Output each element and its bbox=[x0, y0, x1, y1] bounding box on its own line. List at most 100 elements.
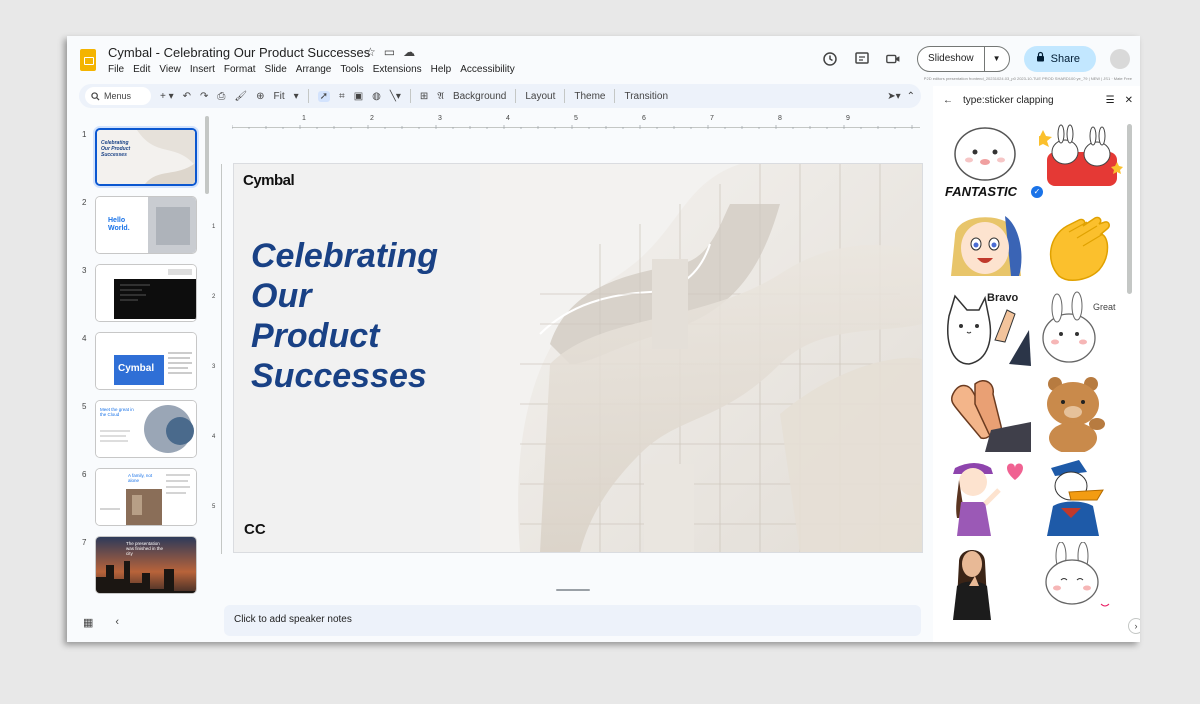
menu-file[interactable]: File bbox=[108, 64, 124, 75]
redo-icon[interactable]: ↷ bbox=[200, 91, 208, 102]
shape-icon[interactable]: ◍ bbox=[372, 91, 381, 102]
clapping-hands-emoji-sticker[interactable] bbox=[1039, 206, 1125, 284]
bunny-clapping-sticker[interactable] bbox=[1039, 541, 1125, 620]
theme-button[interactable]: Theme bbox=[574, 91, 605, 102]
collapse-filmstrip-icon[interactable]: ‹ bbox=[115, 616, 119, 629]
meet-call-icon[interactable] bbox=[885, 50, 903, 68]
ruler-tick: 5 bbox=[574, 115, 578, 122]
text-format-icon[interactable]: 𝔄 bbox=[437, 91, 444, 102]
text-box-icon[interactable]: ⌗ bbox=[339, 91, 345, 102]
select-cursor-icon[interactable]: ➚ bbox=[317, 90, 331, 102]
print-icon[interactable]: ⎙ bbox=[217, 91, 225, 102]
avatar[interactable] bbox=[1110, 49, 1130, 69]
ruler-tick: 3 bbox=[438, 115, 442, 122]
menu-help[interactable]: Help bbox=[431, 64, 452, 75]
close-icon[interactable]: ✕ bbox=[1125, 95, 1133, 106]
slides-logo-icon[interactable] bbox=[80, 49, 96, 71]
bunny-great-sticker[interactable]: Great bbox=[1039, 290, 1125, 368]
collapse-toolbar-icon[interactable]: ⌃ bbox=[907, 91, 915, 102]
background-button[interactable]: Background bbox=[453, 91, 506, 102]
title-line: Product bbox=[251, 317, 380, 355]
share-button[interactable]: Share bbox=[1023, 46, 1096, 72]
back-arrow-icon[interactable]: ← bbox=[943, 95, 953, 106]
line-icon[interactable]: ╲▾ bbox=[390, 91, 401, 102]
slideshow-button[interactable]: Slideshow ▼ bbox=[917, 46, 1010, 72]
fantastic-bear-sticker[interactable]: FANTASTIC ✓ bbox=[945, 122, 1043, 200]
title-line: Successes bbox=[251, 357, 427, 395]
comments-icon[interactable] bbox=[853, 50, 871, 68]
filter-icon[interactable]: ☰ bbox=[1106, 95, 1115, 106]
search-placeholder: Menus bbox=[104, 91, 132, 101]
bravo-cat-sticker[interactable]: Bravo bbox=[945, 290, 1031, 368]
menu-edit[interactable]: Edit bbox=[133, 64, 150, 75]
sticker-search-query[interactable]: type:sticker clapping bbox=[963, 95, 1096, 106]
slide-thumbnail-1[interactable]: Celebrating Our Product Successes bbox=[95, 128, 197, 186]
menu-extensions[interactable]: Extensions bbox=[373, 64, 422, 75]
undo-icon[interactable]: ↶ bbox=[183, 91, 191, 102]
cymbal-logo[interactable]: Cymbal bbox=[243, 172, 295, 189]
star-icon[interactable]: ☆ bbox=[365, 45, 376, 59]
layout-button[interactable]: Layout bbox=[525, 91, 555, 102]
toolbar: Menus + ▾ ↶ ↷ ⎙ 🖌 ⊕ Fit ▾ ➚ ⌗ ▣ ◍ ╲▾ ⊞ 𝔄… bbox=[79, 84, 921, 108]
vertical-ruler[interactable]: 1 2 3 4 5 bbox=[212, 164, 222, 554]
chevron-down-icon[interactable]: ▼ bbox=[985, 47, 1009, 71]
pen-mode-icon[interactable]: ➤▾ bbox=[887, 91, 900, 102]
woman-clapping-sticker[interactable] bbox=[945, 542, 1031, 620]
zoom-icon[interactable]: ⊕ bbox=[256, 91, 264, 102]
transition-button[interactable]: Transition bbox=[624, 91, 668, 102]
thumb-title: Celebrating Our Product Successes bbox=[101, 140, 131, 158]
document-title[interactable]: Cymbal - Celebrating Our Product Success… bbox=[108, 45, 370, 60]
slide-number: 6 bbox=[82, 470, 87, 479]
ruler-tick: 1 bbox=[302, 115, 306, 122]
brown-bear-sticker[interactable] bbox=[1039, 374, 1125, 454]
slide-thumbnail-4[interactable]: Cymbal bbox=[95, 332, 197, 390]
move-folder-icon[interactable]: ▭ bbox=[384, 45, 395, 59]
menu-bar: File Edit View Insert Format Slide Arran… bbox=[108, 64, 515, 75]
footer-brand-mark[interactable]: CC bbox=[244, 521, 266, 538]
filmstrip-scrollbar[interactable] bbox=[205, 116, 209, 194]
ruler-tick: 5 bbox=[212, 504, 216, 510]
slide-title-textbox[interactable]: Celebrating Our Product Successes bbox=[251, 236, 491, 396]
notes-resize-handle[interactable] bbox=[556, 589, 590, 591]
anime-girl-sticker[interactable] bbox=[945, 206, 1031, 284]
menu-arrange[interactable]: Arrange bbox=[296, 64, 332, 75]
grid-view-icon[interactable]: ▦ bbox=[83, 616, 93, 629]
image-icon[interactable]: ▣ bbox=[354, 91, 363, 102]
cartoon-clapping-hands-sticker[interactable] bbox=[945, 374, 1031, 452]
slideshow-label[interactable]: Slideshow bbox=[918, 47, 985, 71]
horizontal-ruler[interactable]: 1 2 3 4 5 6 7 8 9 bbox=[231, 115, 920, 129]
zoom-dropdown-icon[interactable]: ▾ bbox=[294, 91, 299, 102]
ruler-tick: 7 bbox=[710, 115, 714, 122]
menu-format[interactable]: Format bbox=[224, 64, 256, 75]
menus-search-input[interactable]: Menus bbox=[85, 87, 151, 105]
slide-thumbnail-6[interactable]: A family, not alone bbox=[95, 468, 197, 526]
menu-accessibility[interactable]: Accessibility bbox=[460, 64, 514, 75]
girl-heart-sticker[interactable] bbox=[945, 458, 1031, 536]
slide-filmstrip: 1 Celebrating Our Product Successes 2 He… bbox=[67, 116, 217, 606]
speaker-notes-field[interactable]: Click to add speaker notes bbox=[224, 605, 921, 636]
slide-thumbnail-7[interactable]: The presentation was finished in the cit… bbox=[95, 536, 197, 594]
menu-insert[interactable]: Insert bbox=[190, 64, 215, 75]
thumb-title: Hello World. bbox=[108, 217, 130, 232]
slide-thumbnail-5[interactable]: Meet the great in the Cloud bbox=[95, 400, 197, 458]
zoom-select[interactable]: Fit bbox=[274, 91, 285, 102]
collapse-side-panel-icon[interactable]: › bbox=[1128, 618, 1140, 634]
slide-thumbnail-3[interactable] bbox=[95, 264, 197, 322]
donald-duck-sticker[interactable] bbox=[1039, 458, 1125, 536]
header-actions: Slideshow ▼ Share bbox=[821, 46, 1130, 72]
menu-view[interactable]: View bbox=[159, 64, 181, 75]
slide-number: 1 bbox=[82, 130, 87, 139]
sticker-caption: Great bbox=[1093, 302, 1116, 312]
version-history-icon[interactable] bbox=[821, 50, 839, 68]
slide-thumbnail-2[interactable]: Hello World. bbox=[95, 196, 197, 254]
add-comment-icon[interactable]: ⊞ bbox=[420, 91, 428, 102]
new-slide-icon[interactable]: + ▾ bbox=[160, 91, 174, 102]
menu-tools[interactable]: Tools bbox=[340, 64, 363, 75]
menu-slide[interactable]: Slide bbox=[265, 64, 287, 75]
cloud-status-icon[interactable]: ☁ bbox=[403, 45, 415, 59]
architecture-photo[interactable] bbox=[480, 164, 922, 552]
bunnies-cheering-sticker[interactable] bbox=[1034, 122, 1125, 200]
slide-canvas[interactable]: Cymbal Celebrating Our Product Successes… bbox=[234, 164, 922, 552]
thumb-title: The presentation was finished in the cit… bbox=[126, 541, 164, 556]
paint-format-icon[interactable]: 🖌 bbox=[234, 91, 247, 102]
